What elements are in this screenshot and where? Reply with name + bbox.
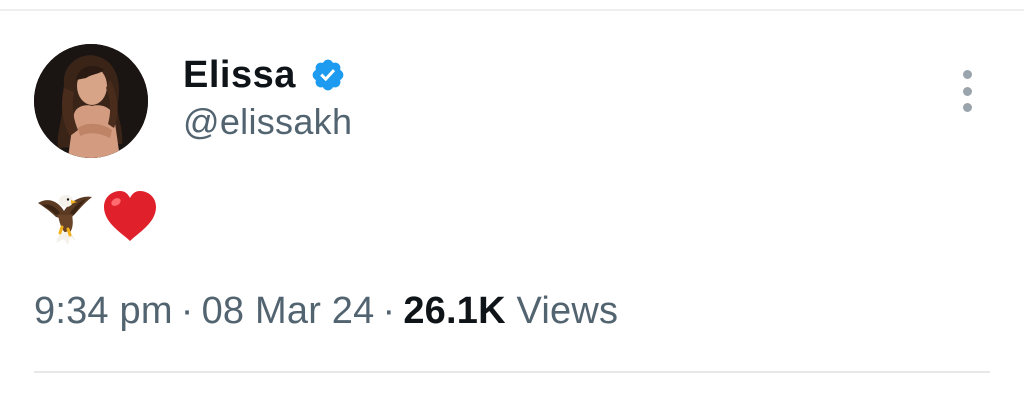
display-name[interactable]: Elissa xyxy=(183,56,296,94)
meta-separator: · xyxy=(382,290,396,332)
meta-separator: · xyxy=(180,290,194,332)
author-handle[interactable]: @elissakh xyxy=(183,104,352,140)
more-options-icon[interactable] xyxy=(957,70,977,112)
more-dot xyxy=(962,70,972,79)
eagle-emoji-icon xyxy=(34,187,94,247)
profile-photo-icon xyxy=(34,44,148,158)
more-dot xyxy=(962,103,972,112)
views-count[interactable]: 26.1K xyxy=(403,290,505,332)
views-label[interactable]: Views xyxy=(517,290,619,332)
verified-badge-icon xyxy=(310,57,346,93)
more-dot xyxy=(962,86,972,96)
tweet-date[interactable]: 08 Mar 24 xyxy=(202,290,375,332)
author-name-row[interactable]: Elissa xyxy=(183,50,346,100)
avatar[interactable] xyxy=(34,44,148,158)
tweet-time[interactable]: 9:34 pm xyxy=(34,290,173,332)
top-divider xyxy=(0,9,1024,11)
tweet-text xyxy=(34,186,160,248)
bottom-divider xyxy=(34,371,990,373)
tweet-meta: 9:34 pm · 08 Mar 24 · 26.1K Views xyxy=(34,292,618,330)
red-heart-emoji-icon xyxy=(100,187,160,247)
